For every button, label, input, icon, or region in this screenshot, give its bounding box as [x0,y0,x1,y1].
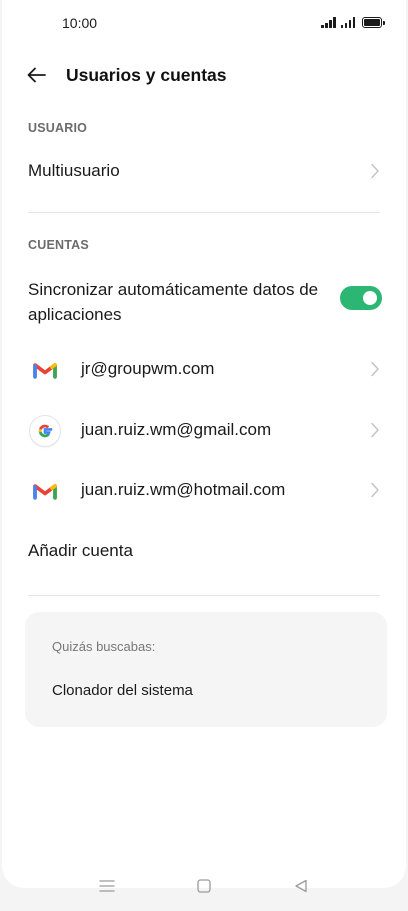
status-icons [321,16,385,28]
status-bar: 10:00 [2,0,406,44]
add-account-label: Añadir cuenta [28,541,133,560]
account-email: jr@groupwm.com [81,359,215,378]
add-account-row[interactable]: Añadir cuenta [2,530,406,574]
back-arrow-icon[interactable] [24,62,50,88]
suggestions-card: Quizás buscabas: Clonador del sistema [25,612,387,727]
account-row[interactable]: juan.ruiz.wm@gmail.com [2,409,406,453]
divider [28,595,380,596]
sync-label: Sincronizar automáticamente datos de apl… [28,280,319,324]
section-label-user: USUARIO [28,121,88,135]
chevron-right-icon [370,482,380,498]
menu-icon[interactable] [97,876,117,896]
signal-1-icon [321,17,336,28]
page-title: Usuarios y cuentas [66,65,227,85]
suggestions-title: Quizás buscabas: [52,639,156,654]
account-email: juan.ruiz.wm@gmail.com [81,420,272,439]
signal-2-icon [340,17,355,28]
battery-icon [362,17,385,28]
google-icon [30,416,60,446]
home-square-icon[interactable] [194,876,214,896]
status-time: 10:00 [62,15,98,31]
gmail-icon [30,355,60,385]
phone-frame: 10:00 Usuarios y cuentas USUARIO Multius… [0,0,408,911]
multiuser-row[interactable]: Multiusuario [2,150,406,194]
section-label-accounts: CUENTAS [28,238,89,252]
divider [28,212,380,213]
back-triangle-icon[interactable] [291,876,311,896]
account-row[interactable]: jr@groupwm.com [2,348,406,392]
settings-screen: 10:00 Usuarios y cuentas USUARIO Multius… [2,0,406,888]
suggestion-item[interactable]: Clonador del sistema [52,682,193,699]
chevron-right-icon [370,361,380,377]
chevron-right-icon [370,163,380,179]
multiuser-label: Multiusuario [28,161,120,180]
account-row[interactable]: juan.ruiz.wm@hotmail.com [2,469,406,513]
account-email: juan.ruiz.wm@hotmail.com [81,480,286,499]
sync-toggle[interactable] [340,286,382,310]
gmail-icon [30,476,60,506]
chevron-right-icon [370,422,380,438]
navigation-bar [0,870,408,904]
